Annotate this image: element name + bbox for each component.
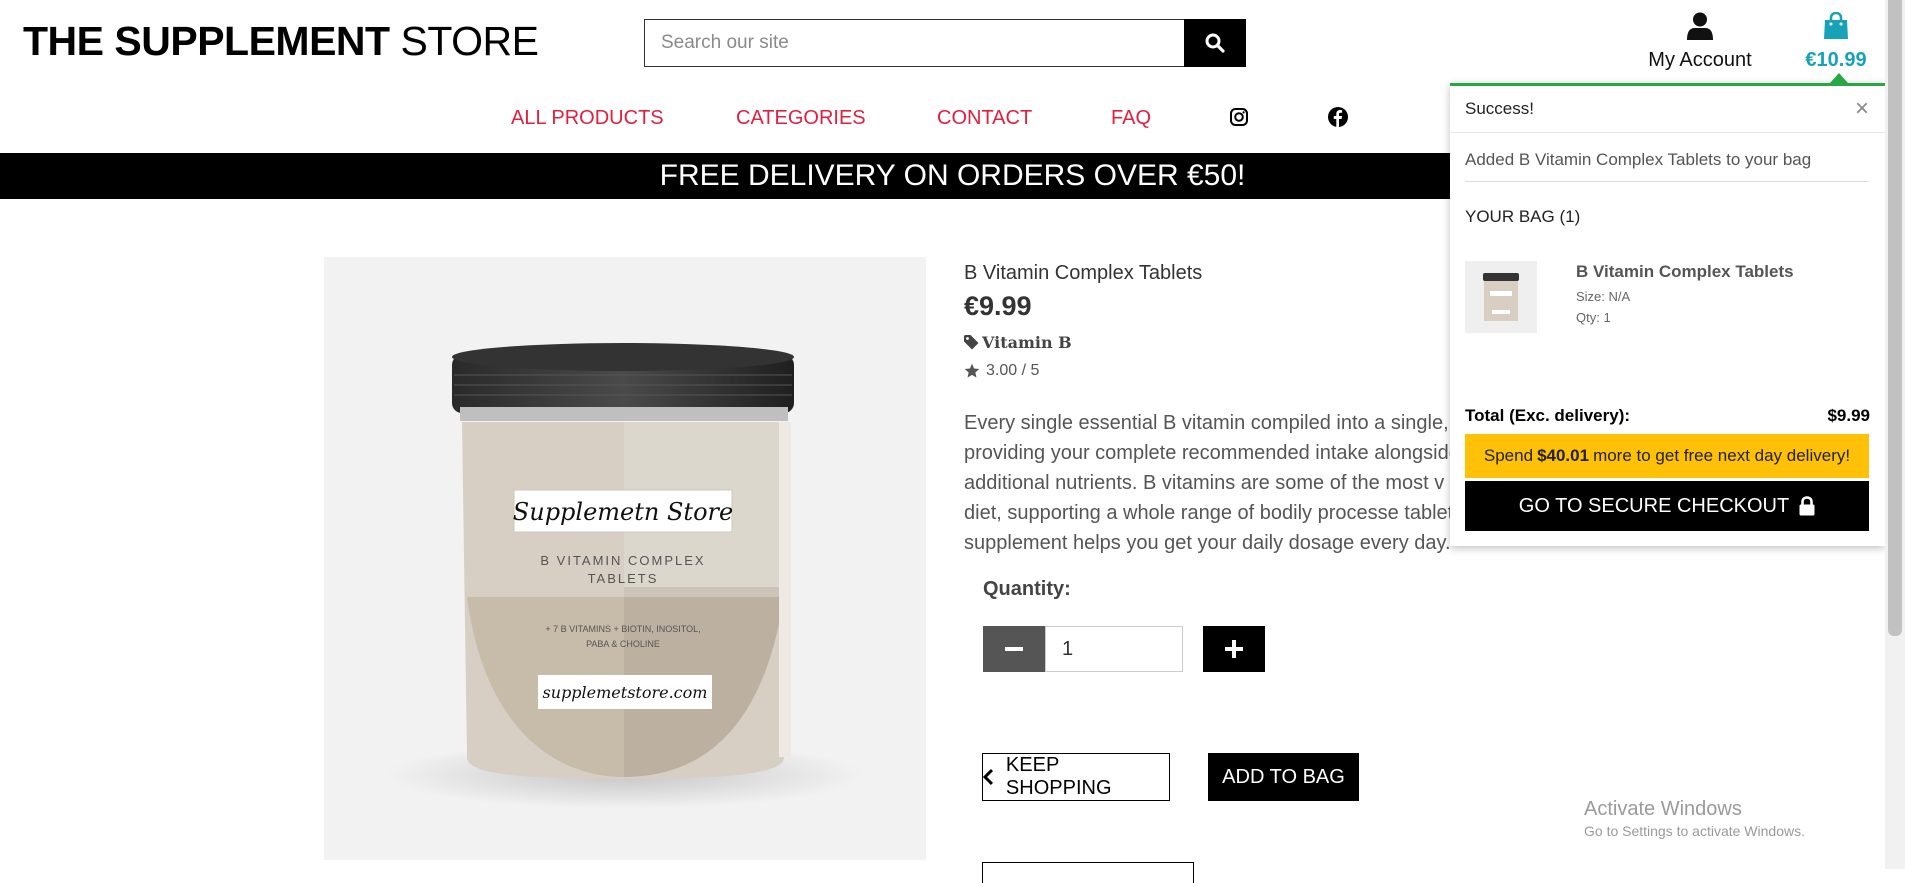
shopping-bag-link[interactable]: €10.99 bbox=[1796, 11, 1876, 72]
site-logo[interactable]: THE SUPPLEMENT STORE bbox=[23, 18, 539, 65]
nav-contact[interactable]: CONTACT bbox=[937, 107, 1032, 130]
bag-item-size: Size: N/A bbox=[1576, 289, 1631, 304]
toast-message: Added B Vitamin Complex Tablets to your … bbox=[1465, 150, 1812, 169]
chevron-left-icon bbox=[983, 769, 993, 785]
partial-button[interactable] bbox=[982, 862, 1194, 883]
jar-line2-text: TABLETS bbox=[588, 571, 659, 586]
nav-categories[interactable]: CATEGORIES bbox=[736, 107, 866, 130]
lock-icon bbox=[1799, 496, 1815, 516]
search-icon bbox=[1205, 33, 1225, 53]
checkout-label: GO TO SECURE CHECKOUT bbox=[1518, 494, 1790, 517]
user-icon bbox=[1687, 12, 1713, 40]
keep-shopping-button[interactable]: KEEP SHOPPING bbox=[982, 753, 1170, 801]
jar-small2-text: PABA & CHOLINE bbox=[586, 639, 660, 649]
jar-small1-text: + 7 B VITAMINS + BIOTIN, INOSITOL, bbox=[545, 624, 700, 634]
rating-value: 3.00 / 5 bbox=[986, 362, 1040, 379]
logo-light: STORE bbox=[400, 18, 540, 64]
bag-total-label: Total (Exc. delivery): bbox=[1465, 406, 1631, 425]
windows-activation-watermark: Activate Windows Go to Settings to activ… bbox=[1584, 798, 1805, 839]
bag-item-thumbnail bbox=[1465, 261, 1537, 333]
nav-all-products[interactable]: ALL PRODUCTS bbox=[511, 107, 664, 130]
keep-shopping-label: KEEP SHOPPING bbox=[1005, 754, 1112, 799]
toast-bag-heading: YOUR BAG (1) bbox=[1465, 207, 1581, 226]
watermark-line1: Activate Windows bbox=[1584, 798, 1742, 820]
plus-icon bbox=[1225, 640, 1243, 658]
jar-brand-text: Supplemetn Store bbox=[513, 498, 733, 526]
decrement-quantity-button[interactable] bbox=[983, 626, 1045, 672]
bag-item-name: B Vitamin Complex Tablets bbox=[1576, 262, 1794, 281]
secure-checkout-button[interactable]: GO TO SECURE CHECKOUT bbox=[1465, 481, 1869, 531]
product-price: €9.99 bbox=[964, 291, 1032, 321]
logo-bold: THE SUPPLEMENT bbox=[23, 18, 390, 64]
bag-total-value: $9.99 bbox=[1827, 406, 1870, 425]
search-input[interactable] bbox=[644, 19, 1217, 67]
toast-title: Success! bbox=[1465, 99, 1534, 118]
my-account-link[interactable]: My Account bbox=[1640, 12, 1760, 72]
shopping-bag-icon bbox=[1824, 11, 1848, 39]
jar-line1-text: B VITAMIN COMPLEX bbox=[540, 553, 705, 568]
close-icon[interactable]: × bbox=[1855, 95, 1869, 123]
success-toast: Success! × Added B Vitamin Complex Table… bbox=[1450, 73, 1885, 546]
minus-icon bbox=[1005, 647, 1023, 651]
account-label: My Account bbox=[1648, 49, 1752, 71]
free-delivery-threshold-notice: Spend $40.01 more to get free next day d… bbox=[1465, 434, 1869, 478]
nav-faq[interactable]: FAQ bbox=[1111, 107, 1151, 130]
add-to-bag-button[interactable]: ADD TO BAG bbox=[1208, 753, 1359, 801]
product-image: Supplemetn Store B VITAMIN COMPLEX TABLE… bbox=[324, 257, 926, 860]
product-category: Vitamin B bbox=[982, 333, 1072, 352]
spend-pre: Spend bbox=[1483, 446, 1534, 465]
instagram-icon bbox=[1230, 108, 1248, 126]
quantity-label: Quantity: bbox=[983, 578, 1071, 600]
product-rating: 3.00 / 5 bbox=[964, 362, 1039, 380]
search-button[interactable] bbox=[1184, 19, 1246, 67]
toast-divider bbox=[1465, 181, 1869, 182]
product-jar-illustration: Supplemetn Store B VITAMIN COMPLEX TABLE… bbox=[384, 343, 864, 809]
toast-arrow bbox=[1830, 73, 1848, 83]
watermark-line2: Go to Settings to activate Windows. bbox=[1584, 823, 1805, 839]
toast-header: Success! × bbox=[1450, 86, 1885, 133]
spend-amount: $40.01 bbox=[1537, 446, 1590, 465]
bag-total: €10.99 bbox=[1805, 49, 1867, 71]
jar-url-text: supplemetstore.com bbox=[543, 683, 708, 702]
star-icon bbox=[964, 363, 980, 378]
facebook-icon bbox=[1328, 107, 1348, 127]
spend-post: more to get free next day delivery! bbox=[1593, 446, 1851, 465]
increment-quantity-button[interactable] bbox=[1203, 626, 1265, 672]
facebook-link[interactable] bbox=[1328, 107, 1348, 132]
quantity-input[interactable]: 1 bbox=[1045, 626, 1183, 672]
page-scrollbar-thumb[interactable] bbox=[1888, 0, 1902, 636]
instagram-link[interactable] bbox=[1230, 108, 1248, 131]
tag-icon bbox=[964, 335, 979, 350]
product-description: Every single essential B vitamin compile… bbox=[964, 412, 1510, 554]
product-name: B Vitamin Complex Tablets bbox=[964, 262, 1203, 284]
bag-item-qty: Qty: 1 bbox=[1576, 310, 1611, 325]
product-category-link[interactable]: Vitamin B bbox=[964, 333, 1072, 352]
search-form bbox=[644, 19, 1246, 67]
